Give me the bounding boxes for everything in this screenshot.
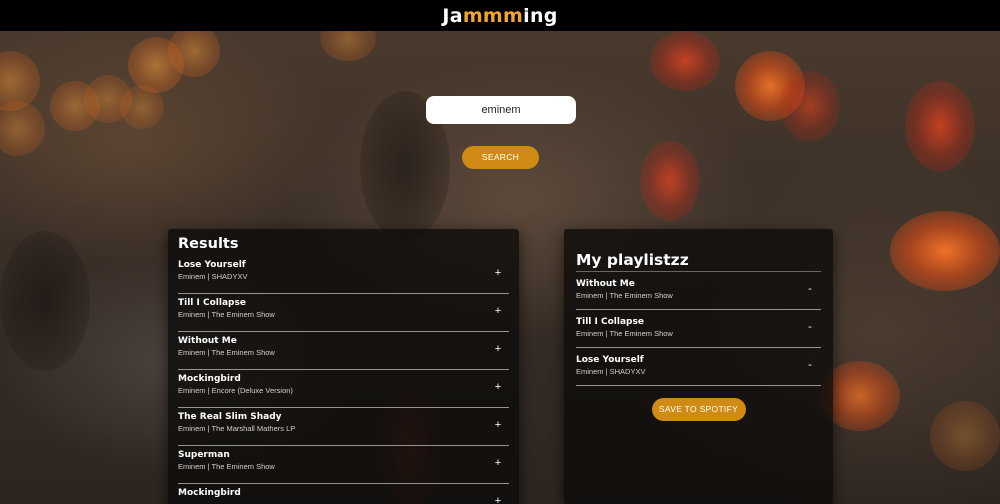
result-track-row: Lose Yourself Eminem | SHADYXV + <box>178 256 509 294</box>
add-track-button[interactable]: + <box>491 342 505 356</box>
playlist-panel: My playlistzz Without Me Eminem | The Em… <box>564 229 833 504</box>
playlist-track-row: Without Me Eminem | The Eminem Show - <box>576 272 821 310</box>
result-track-row: Superman Eminem | The Eminem Show + <box>178 446 509 484</box>
track-name: Lose Yourself <box>178 260 246 270</box>
logo-text-end: ing <box>523 4 558 27</box>
save-to-spotify-button[interactable]: SAVE TO SPOTIFY <box>651 398 746 421</box>
remove-track-button[interactable]: - <box>803 358 817 372</box>
track-name: Without Me <box>178 336 237 346</box>
result-track-row: The Real Slim Shady Eminem | The Marshal… <box>178 408 509 446</box>
track-info: Eminem | SHADYXV <box>576 367 646 376</box>
logo-text-accent: mmm <box>462 4 524 27</box>
track-info: Eminem | The Eminem Show <box>178 310 275 319</box>
results-title: Results <box>178 236 239 252</box>
playlist-track-row: Lose Yourself Eminem | SHADYXV - <box>576 348 821 386</box>
result-track-row: Mockingbird Eminem | Encore (Deluxe Vers… <box>178 370 509 408</box>
track-info: Eminem | Encore (Deluxe Version) <box>178 386 293 395</box>
result-track-row: Till I Collapse Eminem | The Eminem Show… <box>178 294 509 332</box>
track-name: Superman <box>178 450 230 460</box>
add-track-button[interactable]: + <box>491 266 505 280</box>
track-name: Till I Collapse <box>576 317 644 327</box>
track-info: Eminem | The Eminem Show <box>178 462 275 471</box>
logo-text-start: Ja <box>442 4 463 27</box>
search-button[interactable]: SEARCH <box>462 146 539 169</box>
track-name: The Real Slim Shady <box>178 412 282 422</box>
add-track-button[interactable]: + <box>491 380 505 394</box>
add-track-button[interactable]: + <box>491 418 505 432</box>
remove-track-button[interactable]: - <box>803 282 817 296</box>
track-info: Eminem | SHADYXV <box>178 272 248 281</box>
remove-track-button[interactable]: - <box>803 320 817 334</box>
add-track-button[interactable]: + <box>491 456 505 470</box>
track-info: Eminem | The Eminem Show <box>576 291 673 300</box>
track-info: Eminem | The Eminem Show <box>178 348 275 357</box>
playlist-title[interactable]: My playlistzz <box>576 251 821 272</box>
track-info: Eminem | The Eminem Show <box>576 329 673 338</box>
track-name: Without Me <box>576 279 635 289</box>
track-name: Mockingbird <box>178 488 241 498</box>
result-track-row: Without Me Eminem | The Eminem Show + <box>178 332 509 370</box>
track-name: Till I Collapse <box>178 298 246 308</box>
track-info: Eminem | The Marshall Mathers LP <box>178 424 296 433</box>
track-name: Mockingbird <box>178 374 241 384</box>
top-bar: Jammming <box>0 0 1000 31</box>
track-name: Lose Yourself <box>576 355 644 365</box>
app-logo: Jammming <box>442 5 557 27</box>
result-track-row: Mockingbird + <box>178 484 509 504</box>
add-track-button[interactable]: + <box>491 304 505 318</box>
results-panel: Results Lose Yourself Eminem | SHADYXV +… <box>168 229 519 504</box>
search-input[interactable] <box>426 96 576 124</box>
playlist-track-row: Till I Collapse Eminem | The Eminem Show… <box>576 310 821 348</box>
add-track-button[interactable]: + <box>491 494 505 504</box>
